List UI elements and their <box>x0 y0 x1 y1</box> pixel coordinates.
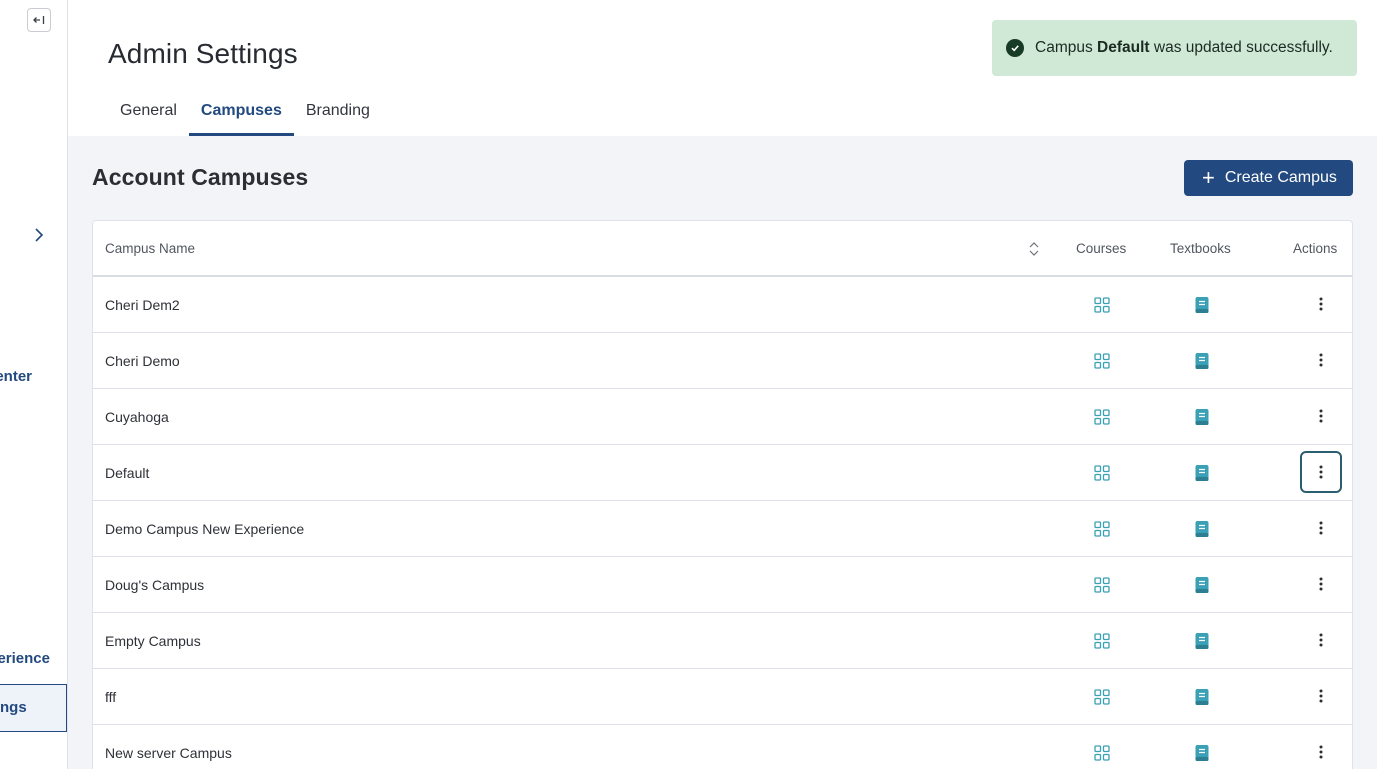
courses-grid-icon[interactable] <box>1094 409 1110 425</box>
row-actions-button[interactable] <box>1300 451 1342 493</box>
row-actions-button[interactable] <box>1300 563 1342 605</box>
tab-campuses[interactable]: Campuses <box>188 96 294 136</box>
toast-message: Campus Default was updated successfully. <box>1035 39 1333 57</box>
row-actions-button[interactable] <box>1300 283 1342 325</box>
table-body: Cheri Dem2 Cheri Demo Cuyahoga Default Demo … <box>93 277 1352 769</box>
courses-grid-icon[interactable] <box>1094 297 1110 313</box>
chevron-right-icon[interactable] <box>30 226 48 244</box>
sidebar-item-label: erience <box>0 650 50 667</box>
table-row: Cuyahoga <box>93 389 1352 445</box>
tab-label: General <box>120 102 177 119</box>
column-header-courses: Courses <box>1076 241 1127 256</box>
more-vertical-icon <box>1319 297 1323 311</box>
table-row: Demo Campus New Experience <box>93 501 1352 557</box>
tab-branding[interactable]: Branding <box>294 96 382 136</box>
table-row: Cheri Demo <box>93 333 1352 389</box>
more-vertical-icon <box>1319 633 1323 647</box>
courses-grid-icon[interactable] <box>1094 577 1110 593</box>
sidebar-item-experience[interactable]: erience <box>0 650 50 667</box>
courses-grid-icon[interactable] <box>1094 745 1110 761</box>
success-toast: Campus Default was updated successfully. <box>992 20 1357 76</box>
more-vertical-icon <box>1319 577 1323 591</box>
textbook-icon[interactable] <box>1194 632 1210 650</box>
campus-name: Empty Campus <box>105 633 201 649</box>
row-actions-button[interactable] <box>1300 395 1342 437</box>
campus-name: Default <box>105 465 150 481</box>
campus-name: Demo Campus New Experience <box>105 521 305 537</box>
main-content: Account Campuses + Create Campus Campus … <box>68 136 1377 769</box>
table-header: Campus Name Courses Textbooks Actions <box>93 221 1352 277</box>
textbook-icon[interactable] <box>1194 296 1210 314</box>
tab-label: Campuses <box>200 102 282 119</box>
create-campus-label: Create Campus <box>1224 169 1337 186</box>
row-actions-button[interactable] <box>1300 731 1342 769</box>
textbook-icon[interactable] <box>1194 464 1210 482</box>
toast-suffix: was updated successfully. <box>1153 39 1333 56</box>
page-title: Admin Settings <box>108 38 298 69</box>
textbook-icon[interactable] <box>1194 688 1210 706</box>
sidebar-item-settings[interactable]: ngs <box>0 684 67 732</box>
check-circle-icon <box>1006 39 1024 57</box>
table-row: Cheri Dem2 <box>93 277 1352 333</box>
textbook-icon[interactable] <box>1194 408 1210 426</box>
sidebar-item-label: enter <box>0 368 32 385</box>
textbook-icon[interactable] <box>1194 744 1210 762</box>
tab-general[interactable]: General <box>108 96 189 136</box>
settings-tabs: General Campuses Branding <box>108 96 382 136</box>
courses-grid-icon[interactable] <box>1094 465 1110 481</box>
sort-icon[interactable] <box>1027 240 1041 258</box>
row-actions-button[interactable] <box>1300 619 1342 661</box>
campus-name: Doug's Campus <box>105 577 205 593</box>
more-vertical-icon <box>1319 465 1323 479</box>
column-header-textbooks: Textbooks <box>1170 241 1231 256</box>
campus-name: Cuyahoga <box>105 409 169 425</box>
create-campus-button[interactable]: + Create Campus <box>1184 160 1353 196</box>
row-actions-button[interactable] <box>1300 675 1342 717</box>
campus-name: fff <box>105 689 117 705</box>
row-actions-button[interactable] <box>1300 507 1342 549</box>
collapse-left-icon <box>33 16 45 24</box>
campus-name: Cheri Demo <box>105 353 180 369</box>
more-vertical-icon <box>1319 745 1323 759</box>
table-row: New server Campus <box>93 725 1352 769</box>
sidebar-item-label: ngs <box>0 699 27 716</box>
more-vertical-icon <box>1319 353 1323 367</box>
more-vertical-icon <box>1319 409 1323 423</box>
campus-name: Cheri Dem2 <box>105 297 180 313</box>
column-header-actions: Actions <box>1293 241 1338 256</box>
plus-icon: + <box>1202 165 1215 190</box>
courses-grid-icon[interactable] <box>1094 521 1110 537</box>
campus-name: New server Campus <box>105 745 232 761</box>
textbook-icon[interactable] <box>1194 576 1210 594</box>
more-vertical-icon <box>1319 689 1323 703</box>
more-vertical-icon <box>1319 521 1323 535</box>
courses-grid-icon[interactable] <box>1094 689 1110 705</box>
column-header-campus-name[interactable]: Campus Name <box>105 241 195 256</box>
toast-campus-name: Default <box>1097 39 1150 56</box>
campuses-table: Campus Name Courses Textbooks Actions Ch… <box>92 220 1353 769</box>
row-actions-button[interactable] <box>1300 339 1342 381</box>
sidebar: enter erience ngs <box>0 0 68 769</box>
textbook-icon[interactable] <box>1194 352 1210 370</box>
textbook-icon[interactable] <box>1194 520 1210 538</box>
tab-label: Branding <box>305 102 370 119</box>
table-row: fff <box>93 669 1352 725</box>
courses-grid-icon[interactable] <box>1094 353 1110 369</box>
sidebar-item-center[interactable]: enter <box>0 368 32 385</box>
toast-prefix: Campus <box>1035 39 1093 56</box>
courses-grid-icon[interactable] <box>1094 633 1110 649</box>
table-row: Default <box>93 445 1352 501</box>
section-title: Account Campuses <box>92 164 309 190</box>
table-row: Empty Campus <box>93 613 1352 669</box>
table-row: Doug's Campus <box>93 557 1352 613</box>
collapse-sidebar-button[interactable] <box>27 8 51 32</box>
